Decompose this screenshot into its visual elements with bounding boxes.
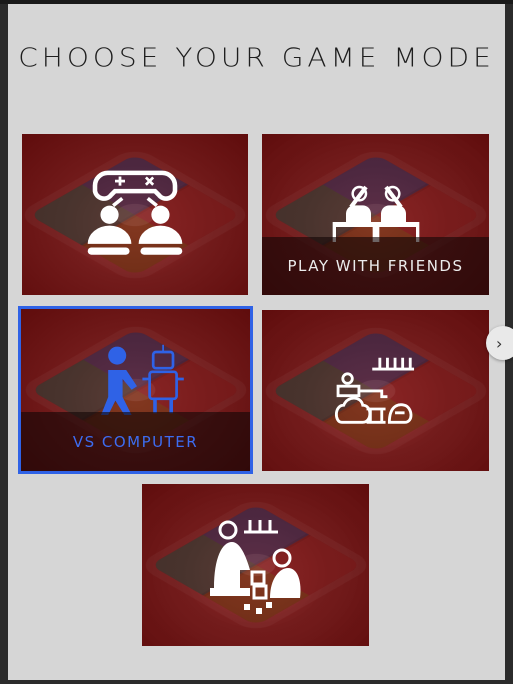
two-players-gamepad-icon xyxy=(87,170,183,255)
kids-playing-icon xyxy=(210,520,301,614)
mode-card-vs-computer[interactable]: VS COMPUTER xyxy=(18,306,253,474)
player-vs-robot-icon xyxy=(101,344,184,415)
mode-card-tournament[interactable] xyxy=(262,310,489,471)
tournament-pieces-icon xyxy=(334,357,415,424)
game-mode-panel: CHOOSE YOUR GAME MODE PLAY WITH FRIENDS … xyxy=(8,4,505,680)
mode-card-play-with-friends[interactable]: PLAY WITH FRIENDS xyxy=(262,134,489,295)
page-title: CHOOSE YOUR GAME MODE xyxy=(18,42,495,73)
mode-label: VS COMPUTER xyxy=(21,412,250,471)
mode-card-kids-play[interactable] xyxy=(142,484,369,646)
mode-card-local-multiplayer[interactable] xyxy=(22,134,248,295)
chevron-right-icon[interactable]: › xyxy=(486,326,513,360)
friends-high-five-icon xyxy=(332,185,420,242)
mode-label: PLAY WITH FRIENDS xyxy=(262,237,489,295)
